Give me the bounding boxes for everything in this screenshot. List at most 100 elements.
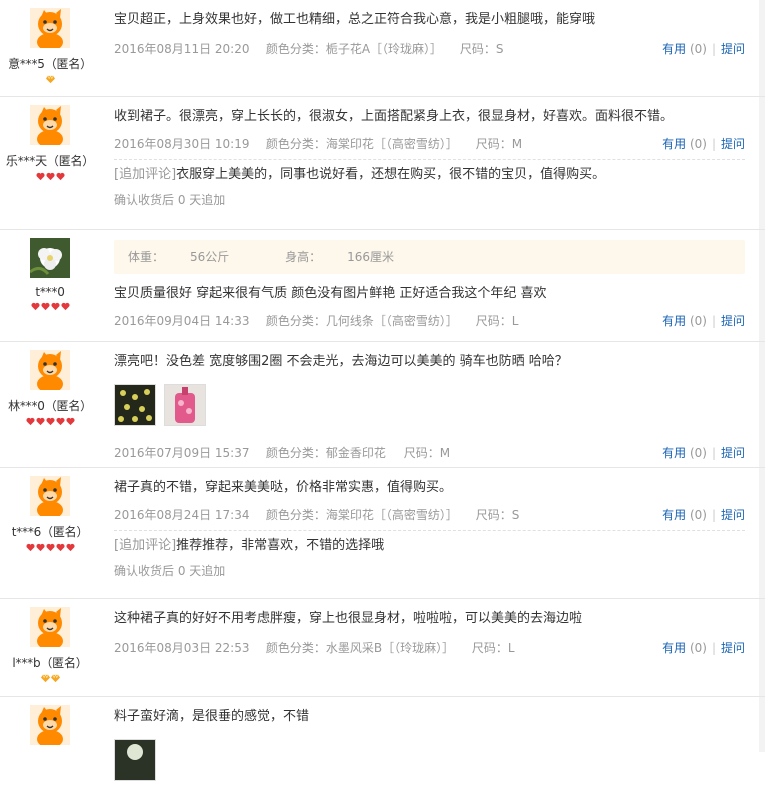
size-value: S [511,508,520,522]
heart-icon [46,543,55,552]
color-value: 郁金香印花 [325,446,386,460]
color-value: 几何线条［（高密雪纺）］ [325,314,458,328]
size-label: 尺码： [475,508,512,522]
heart-icon [51,302,60,311]
useful-button[interactable]: 有用 [662,446,686,460]
color-label: 颜色分类： [265,314,326,328]
append-review: [追加评论]衣服穿上美美的，同事也说好看，还想在购买，很不错的宝贝，值得购买。 [114,165,745,185]
heart-icon [26,417,35,426]
review-photos [114,384,745,426]
user-badges [0,75,100,87]
heart-icon [46,172,55,181]
useful-count: (0) [689,641,707,655]
color-value: 水墨风采B［（玲珑麻）］ [325,641,455,655]
review-meta: 2016年08月30日 10:19 颜色分类：海棠印花［（高密雪纺）］ 尺码：M… [114,135,745,153]
color-value: 海棠印花［（高密雪纺）］ [325,137,458,151]
review-meta: 2016年08月03日 22:53 颜色分类：水墨风采B［（玲珑麻）］ 尺码：L… [114,639,745,657]
size-label: 尺码： [475,137,512,151]
heart-icon [56,543,65,552]
size-value: L [507,641,515,655]
useful-count: (0) [689,42,707,56]
review-date: 2016年08月03日 22:53 [114,641,250,655]
username[interactable]: 林***0（匿名） [0,397,100,414]
heart-icon [66,417,75,426]
size-label: 尺码： [403,446,440,460]
avatar[interactable] [30,350,70,390]
heart-icon [36,543,45,552]
review-meta: 2016年07月09日 15:37 颜色分类：郁金香印花 尺码：M 有用 (0)… [114,444,745,462]
avatar[interactable] [30,476,70,516]
review-text: 裙子真的不错，穿起来美美哒，价格非常实惠，值得购买。 [114,480,453,495]
review-meta: 2016年08月24日 17:34 颜色分类：海棠印花［（高密雪纺）］ 尺码：S… [114,506,745,524]
divider [114,530,745,531]
size-value: S [495,42,504,56]
user-badges [0,674,100,686]
body-info: 体重： 56公斤 身高： 166厘米 [114,240,745,274]
review-item: t***0 体重： 56公斤 身高： 166厘米 宝贝质量很好 穿起来很有气质 颜色… [0,230,765,342]
ask-button[interactable]: 提问 [721,508,745,522]
review-actions: 有用 (0) | 提问 [662,314,745,328]
useful-button[interactable]: 有用 [662,641,686,655]
confirm-note: 确认收货后 0 天追加 [114,564,226,578]
weight: 体重： 56公斤 [128,250,230,264]
review-text: 料子蛮好滴，是很垂的感觉，不错 [114,709,310,724]
append-review: [追加评论]推荐推荐，非常喜欢，不错的选择哦 [114,536,745,556]
useful-button[interactable]: 有用 [662,137,686,151]
append-text: 衣服穿上美美的，同事也说好看，还想在购买，很不错的宝贝，值得购买。 [176,167,606,182]
username[interactable]: t***6（匿名） [0,523,100,540]
ask-button[interactable]: 提问 [721,641,745,655]
ask-button[interactable]: 提问 [721,446,745,460]
review-item: 意***5（匿名） 宝贝超正，上身效果也好，做工也精细，总之正符合我心意，我是小… [0,0,765,97]
review-item: t***6（匿名） 裙子真的不错，穿起来美美哒，价格非常实惠，值得购买。 201… [0,468,765,599]
color-value: 海棠印花［（高密雪纺）］ [325,508,458,522]
color-label: 颜色分类： [265,508,326,522]
review-text: 宝贝超正，上身效果也好，做工也精细，总之正符合我心意，我是小粗腿哦，能穿哦 [114,12,596,27]
size-value: M [439,446,451,460]
useful-button[interactable]: 有用 [662,314,686,328]
height: 身高： 166厘米 [285,250,395,264]
review-photo-thumbnail[interactable] [114,739,156,781]
review-text: 这种裙子真的好好不用考虑胖瘦，穿上也很显身材，啦啦啦，可以美美的去海边啦 [114,611,583,626]
user-badges [0,417,100,429]
color-value: 栀子花A［（玲珑麻）］ [325,42,443,56]
review-date: 2016年08月11日 20:20 [114,42,250,56]
review-date: 2016年08月24日 17:34 [114,508,250,522]
useful-count: (0) [689,137,707,151]
size-label: 尺码： [459,42,496,56]
confirm-note: 确认收货后 0 天追加 [114,193,226,207]
review-meta: 2016年09月04日 14:33 颜色分类：几何线条［（高密雪纺）］ 尺码：L… [114,312,745,330]
append-tag: [追加评论] [114,167,177,182]
avatar[interactable] [30,705,70,745]
username[interactable]: 意***5（匿名） [0,55,100,72]
ask-button[interactable]: 提问 [721,137,745,151]
useful-count: (0) [689,446,707,460]
heart-icon [36,172,45,181]
username[interactable]: t***0 [0,285,100,299]
append-text: 推荐推荐，非常喜欢，不错的选择哦 [176,538,385,553]
review-actions: 有用 (0) | 提问 [662,137,745,151]
size-label: 尺码： [475,314,512,328]
avatar[interactable] [30,607,70,647]
review-item: 料子蛮好滴，是很垂的感觉，不错 [0,697,765,781]
user-badges [0,302,100,314]
review-date: 2016年08月30日 10:19 [114,137,250,151]
heart-icon [66,543,75,552]
heart-icon [56,417,65,426]
review-text: 收到裙子。很漂亮，穿上长长的，很淑女，上面搭配紧身上衣，很显身材，好喜欢。面料很… [114,109,674,124]
review-item: 林***0（匿名） 漂亮吧！没色差 宽度够围2圈 不会走光，去海边可以美美的 骑… [0,342,765,468]
review-actions: 有用 (0) | 提问 [662,641,745,655]
username[interactable]: 乐***天（匿名） [0,152,100,169]
size-label: 尺码： [471,641,508,655]
heart-icon [31,302,40,311]
useful-button[interactable]: 有用 [662,42,686,56]
heart-icon [41,302,50,311]
avatar[interactable] [30,105,70,145]
useful-button[interactable]: 有用 [662,508,686,522]
avatar[interactable] [30,8,70,48]
review-photo-thumbnail[interactable] [114,384,156,426]
username[interactable]: l***b（匿名） [0,654,100,671]
review-photo-thumbnail[interactable] [164,384,206,426]
ask-button[interactable]: 提问 [721,42,745,56]
avatar[interactable] [29,238,70,278]
ask-button[interactable]: 提问 [721,314,745,328]
